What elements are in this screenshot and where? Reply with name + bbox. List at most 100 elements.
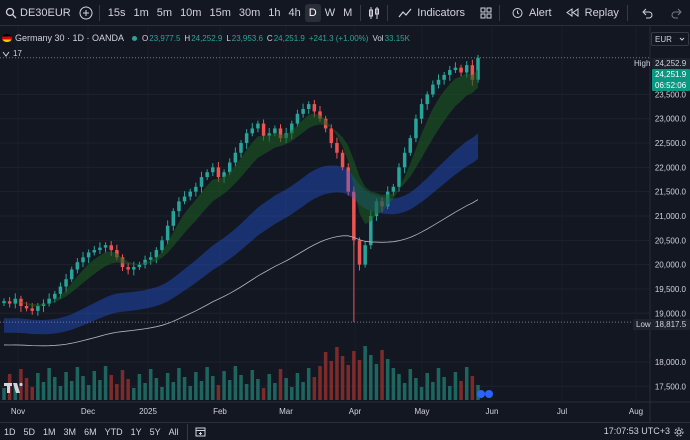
volume-bar [69, 381, 74, 400]
time-axis-label: 2025 [139, 407, 157, 416]
indicator-count: 17 [13, 49, 22, 58]
chart-settings-icon[interactable] [670, 423, 688, 440]
high-tag-label: High [634, 59, 651, 68]
symbol-search[interactable]: DE30EUR [0, 3, 75, 23]
volume-bar [295, 373, 300, 400]
price-tick-label: 20,500.0 [655, 236, 687, 245]
volume-bar [115, 384, 119, 400]
candle-body [464, 65, 469, 73]
range-6M[interactable]: 6M [80, 427, 101, 437]
volume-bar [239, 375, 243, 400]
close-label: C [266, 33, 273, 43]
volume-bar [64, 372, 68, 400]
volume-bar [188, 386, 192, 400]
candle-style-icon[interactable] [365, 4, 383, 22]
timeframe-15m[interactable]: 15m [205, 4, 234, 22]
time-axis-label: May [414, 407, 429, 416]
candle-body [24, 306, 29, 309]
replay-button[interactable]: Replay [560, 3, 623, 23]
timeframe-D[interactable]: D [304, 3, 321, 22]
volume-bar [58, 386, 63, 400]
separator [360, 4, 362, 21]
time-axis-label: Nov [11, 407, 25, 416]
low-tag-label: Low [633, 319, 654, 330]
time-axis-label: Jun [486, 407, 499, 416]
volume-bar [414, 378, 418, 400]
redo-icon[interactable] [668, 4, 686, 22]
timeframe-W[interactable]: W [321, 4, 339, 22]
range-3M[interactable]: 3M [60, 427, 81, 437]
candle-body [53, 293, 57, 299]
close-value: 24,251.9 [273, 33, 305, 43]
candle-body [182, 196, 187, 202]
volume-bar [132, 388, 136, 400]
price-tick-label: 17,500.0 [655, 382, 687, 391]
volume-bar [137, 374, 142, 400]
range-5D[interactable]: 5D [20, 427, 40, 437]
timeframe-1h[interactable]: 1h [264, 4, 284, 22]
alert-button[interactable]: Alert [504, 3, 556, 23]
separator [186, 423, 188, 440]
candle-body [81, 257, 85, 263]
templates-grid-icon[interactable] [477, 4, 495, 22]
volume-bar [194, 372, 198, 400]
separator [387, 4, 389, 21]
candle-body [69, 269, 74, 280]
calendar-goto-icon[interactable] [192, 423, 210, 440]
tradingview-logo [4, 382, 23, 394]
volume-bar [222, 371, 226, 400]
volume-bar [177, 368, 181, 400]
chart-pane[interactable]: 23,500.0 23,000.0 22,500.0 22,000.0 21,500.0… [0, 26, 690, 422]
range-YTD[interactable]: YTD [101, 427, 127, 437]
volume-bar [81, 376, 85, 400]
timeframe-15s[interactable]: 15s [104, 4, 130, 22]
low-tag-value: 18,817.5 [652, 319, 690, 330]
range-All[interactable]: All [165, 427, 183, 437]
volume-bar [357, 360, 362, 400]
candle-body [239, 143, 243, 153]
range-5Y[interactable]: 5Y [146, 427, 165, 437]
timeframe-5m[interactable]: 5m [153, 4, 176, 22]
candle-body [436, 79, 441, 85]
high-label: H [184, 33, 191, 43]
candle-body [295, 113, 300, 124]
volume-bar [284, 378, 288, 400]
separator [98, 4, 100, 21]
timeframe-30m[interactable]: 30m [235, 4, 264, 22]
currency-selector[interactable]: EUR [651, 32, 689, 46]
candle-body [199, 177, 204, 187]
timeframe-M[interactable]: M [339, 4, 356, 22]
timeframe-list: 15s 1m 5m 10m 15m 30m 1h 4h D W M [104, 3, 357, 22]
volume-bar [323, 352, 328, 400]
timeframe-4h[interactable]: 4h [285, 4, 305, 22]
price-tick-label: 23,000.0 [655, 115, 687, 124]
volume-bar [148, 369, 153, 400]
search-icon [2, 4, 20, 22]
volume-bar [369, 355, 373, 400]
range-1M[interactable]: 1M [39, 427, 60, 437]
compare-add-icon[interactable] [77, 4, 95, 22]
time-axis-label: Dec [81, 407, 95, 416]
chart-canvas[interactable]: 23,500.0 23,000.0 22,500.0 22,000.0 21,500.0… [0, 26, 690, 422]
candle-body [273, 128, 277, 134]
volume-bar [408, 369, 413, 400]
indicators-toggle[interactable]: 17 [2, 49, 22, 58]
candle-body [211, 167, 215, 173]
undo-icon[interactable] [638, 4, 656, 22]
candle-body [148, 257, 153, 260]
timeframe-10m[interactable]: 10m [176, 4, 205, 22]
event-marker-icon [477, 390, 485, 398]
indicators-button[interactable]: Indicators [392, 3, 469, 23]
volume-bar [352, 351, 356, 400]
candle-body [194, 186, 198, 192]
timeframe-1m[interactable]: 1m [130, 4, 153, 22]
volume-bar [103, 366, 108, 400]
candle-body [244, 133, 249, 144]
range-1Y[interactable]: 1Y [127, 427, 146, 437]
candle-body [58, 286, 63, 294]
range-1D[interactable]: 1D [0, 427, 20, 437]
candle-body [340, 152, 345, 168]
low-value: 23,953.6 [231, 33, 263, 43]
candle-body [261, 123, 266, 136]
event-marker-icon [485, 390, 493, 398]
